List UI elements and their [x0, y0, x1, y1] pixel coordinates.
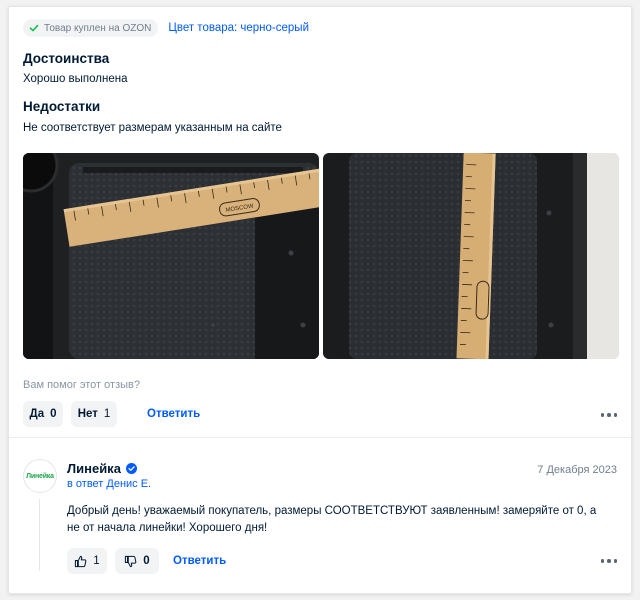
no-label: Нет: [77, 408, 98, 420]
review-reply-button[interactable]: Ответить: [147, 408, 200, 420]
cons-text: Не соответствует размерам указанным на с…: [23, 122, 282, 134]
check-icon: [29, 24, 39, 32]
review-photo-2[interactable]: [323, 153, 619, 359]
yes-label: Да: [29, 408, 45, 420]
product-color-label[interactable]: Цвет товара: черно-серый: [168, 22, 309, 34]
yes-count: 0: [50, 408, 57, 420]
thread-line: [39, 499, 40, 571]
like-count: 1: [93, 555, 100, 567]
bought-on-ozon-badge: Товар куплен на OZON: [23, 19, 159, 37]
no-count: 1: [103, 408, 111, 420]
thumbs-up-icon: [75, 555, 87, 567]
thumbs-down-icon: [125, 555, 137, 567]
reply-date: 7 Декабря 2023: [537, 464, 617, 476]
helpful-question: Вам помог этот отзыв?: [23, 379, 140, 391]
seller-reply-text: Добрый день! уважаемый покупатель, разме…: [67, 505, 597, 534]
like-button[interactable]: 1: [67, 548, 107, 574]
bought-badge-label: Товар куплен на OZON: [44, 22, 152, 34]
helpful-no-button[interactable]: Нет 1: [71, 401, 117, 427]
seller-name[interactable]: Линейка: [67, 461, 121, 476]
pros-text: Хорошо выполнена: [23, 73, 128, 85]
review-more-icon[interactable]: [600, 413, 617, 417]
pros-title: Достоинства: [23, 51, 110, 66]
seller-reply-more-icon[interactable]: [600, 559, 617, 563]
seller-avatar[interactable]: Линейка: [23, 459, 57, 493]
seller-avatar-logo: Линейка: [26, 472, 54, 480]
review-badges: Товар куплен на OZON Цвет товара: черно-…: [23, 19, 309, 37]
seller-name-row: Линейка: [67, 461, 137, 476]
divider: [9, 437, 631, 438]
seller-reply-button[interactable]: Ответить: [173, 555, 226, 567]
dislike-count: 0: [143, 555, 150, 567]
verified-badge-icon: [125, 463, 137, 474]
reply-to-label[interactable]: в ответ Денис Е.: [67, 478, 151, 490]
helpful-yes-button[interactable]: Да 0: [23, 401, 63, 427]
review-photo-1[interactable]: MOSCOW: [23, 153, 319, 359]
dislike-button[interactable]: 0: [115, 548, 159, 574]
review-card: Товар куплен на OZON Цвет товара: черно-…: [8, 6, 632, 594]
cons-title: Недостатки: [23, 99, 101, 114]
